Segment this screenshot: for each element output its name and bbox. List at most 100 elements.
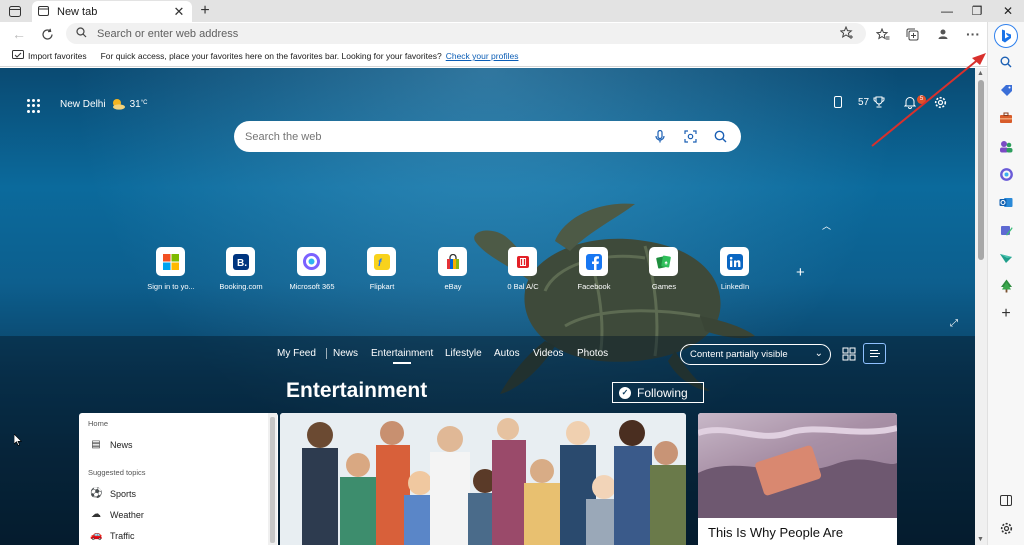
add-shortcut-button[interactable]: + (796, 264, 805, 281)
refresh-button[interactable] (36, 24, 58, 44)
feed-tab-news[interactable]: News (333, 348, 358, 359)
partly-cloudy-icon (112, 99, 125, 110)
menu-item-sports[interactable]: ⚽ Sports (90, 488, 136, 499)
feed-tab-my-feed[interactable]: My Feed (277, 348, 316, 359)
grid-layout-icon[interactable] (842, 347, 856, 361)
toolbar: ← Search or enter web address ··· (0, 22, 987, 46)
weather-temp: 31 (129, 98, 141, 110)
visual-search-icon[interactable] (675, 122, 705, 152)
news-icon: ▤ (91, 439, 101, 450)
drop-icon[interactable] (997, 249, 1015, 267)
svg-text:B.: B. (237, 258, 247, 269)
mobile-icon[interactable] (832, 96, 844, 108)
search-icon (76, 26, 87, 41)
menu-item-weather[interactable]: ☁ Weather (90, 509, 144, 520)
profile-icon[interactable] (932, 24, 954, 44)
tab-new-tab[interactable]: New tab ✕ (32, 1, 192, 22)
minimize-button[interactable]: — (932, 0, 962, 22)
menu-item-label: Traffic (110, 530, 135, 541)
side-article-card[interactable]: This Is Why People Are (698, 413, 897, 545)
annotation-arrow (871, 53, 986, 147)
microphone-icon[interactable] (645, 122, 675, 152)
new-tab-button[interactable]: + (196, 2, 214, 20)
web-search-placeholder: Search the web (245, 130, 322, 143)
checkmark-icon: ✓ (619, 386, 631, 399)
hide-sidebar-icon[interactable] (997, 491, 1015, 509)
list-layout-icon[interactable] (863, 343, 886, 364)
featured-article-card[interactable] (280, 413, 686, 545)
feed-tab-autos[interactable]: Autos (494, 348, 520, 359)
feed-side-menu: Home ▤ News Suggested topics ⚽ Sports ☁ … (79, 413, 278, 545)
quick-link-label: LinkedIn (720, 282, 750, 291)
feed-tab-lifestyle[interactable]: Lifestyle (445, 348, 482, 359)
booking-logo-icon: B. (226, 247, 255, 276)
feed-nav-divider (326, 348, 327, 359)
menu-item-label: Sports (110, 488, 137, 499)
weather-city: New Delhi (60, 98, 106, 110)
games-people-icon[interactable] (997, 137, 1015, 155)
check-profiles-link[interactable]: Check your profiles (446, 51, 519, 61)
shopping-tag-icon[interactable] (997, 81, 1015, 99)
close-tab-icon[interactable]: ✕ (172, 4, 186, 20)
feed-tab-entertainment[interactable]: Entertainment (371, 348, 433, 364)
search-icon[interactable] (997, 53, 1015, 71)
search-submit-icon[interactable] (705, 122, 735, 152)
favorites-icon[interactable] (872, 24, 894, 44)
games-cards-icon: ♠ (649, 247, 678, 276)
side-article-photo (698, 413, 897, 518)
chevron-down-icon: ⌄ (814, 348, 823, 359)
sidebar-settings-icon[interactable] (997, 519, 1015, 537)
content-visibility-value: Content partially visible (690, 349, 788, 360)
feed-tab-photos[interactable]: Photos (577, 348, 608, 359)
address-bar[interactable]: Search or enter web address (66, 23, 866, 44)
menu-item-label: Weather (110, 509, 144, 520)
menu-heading-home: Home (88, 419, 109, 428)
quick-link-tile[interactable]: LinkedIn (692, 247, 778, 295)
close-window-button[interactable]: ✕ (993, 0, 1023, 22)
weather-cloud-icon: ☁ (91, 509, 101, 520)
tools-briefcase-icon[interactable] (997, 109, 1015, 127)
menu-item-label: News (110, 439, 133, 450)
web-search-box[interactable]: Search the web (234, 121, 741, 152)
side-menu-scrollbar[interactable] (268, 413, 277, 545)
bing-chat-icon[interactable] (994, 24, 1018, 48)
microsoft-logo-icon (156, 247, 185, 276)
content-visibility-dropdown[interactable]: Content partially visible ⌄ (680, 344, 831, 365)
outlook-icon[interactable] (997, 193, 1015, 211)
side-menu-scroll-thumb[interactable] (270, 417, 275, 543)
menu-item-news[interactable]: ▤ News (90, 439, 133, 450)
menu-heading-suggested: Suggested topics (88, 468, 146, 477)
scroll-down-arrow-icon[interactable]: ▼ (977, 536, 984, 543)
car-icon: 🚗 (90, 530, 103, 541)
designer-icon[interactable] (997, 221, 1015, 239)
import-favorites-button[interactable]: Import favorites (8, 50, 87, 62)
following-label: Following (637, 385, 688, 400)
flipkart-logo-icon: f (367, 247, 396, 276)
edge-sidebar: + (987, 22, 1024, 545)
weather-widget[interactable]: New Delhi 31 °C (60, 98, 147, 110)
add-favorite-icon[interactable] (839, 25, 854, 43)
add-sidebar-app-icon[interactable]: + (997, 305, 1015, 323)
tab-actions-icon[interactable] (6, 3, 24, 19)
bank-card-icon (508, 247, 537, 276)
collapse-chevron-icon[interactable]: ︿ (822, 219, 831, 232)
back-button[interactable]: ← (8, 24, 30, 44)
feed-tab-videos[interactable]: Videos (533, 348, 563, 359)
tree-icon[interactable] (997, 277, 1015, 295)
restore-button[interactable]: ❐ (962, 0, 992, 22)
new-tab-page-icon (38, 5, 49, 19)
menu-item-traffic[interactable]: 🚗 Traffic (90, 530, 135, 541)
import-favorites-label: Import favorites (28, 51, 87, 61)
mouse-cursor-icon (14, 434, 22, 446)
side-article-title: This Is Why People Are (708, 525, 844, 540)
following-button[interactable]: ✓ Following (612, 382, 704, 403)
more-options-icon[interactable]: ··· (962, 24, 984, 44)
microsoft-365-icon (297, 247, 326, 276)
ebay-bag-icon (438, 247, 467, 276)
expand-background-icon[interactable]: ⤢ (950, 318, 958, 329)
microsoft-365-icon[interactable] (997, 165, 1015, 183)
collections-icon[interactable] (901, 24, 923, 44)
favorites-bar: Import favorites For quick access, place… (0, 46, 987, 67)
weather-unit: °C (140, 99, 148, 106)
apps-launcher-icon[interactable] (27, 99, 41, 113)
